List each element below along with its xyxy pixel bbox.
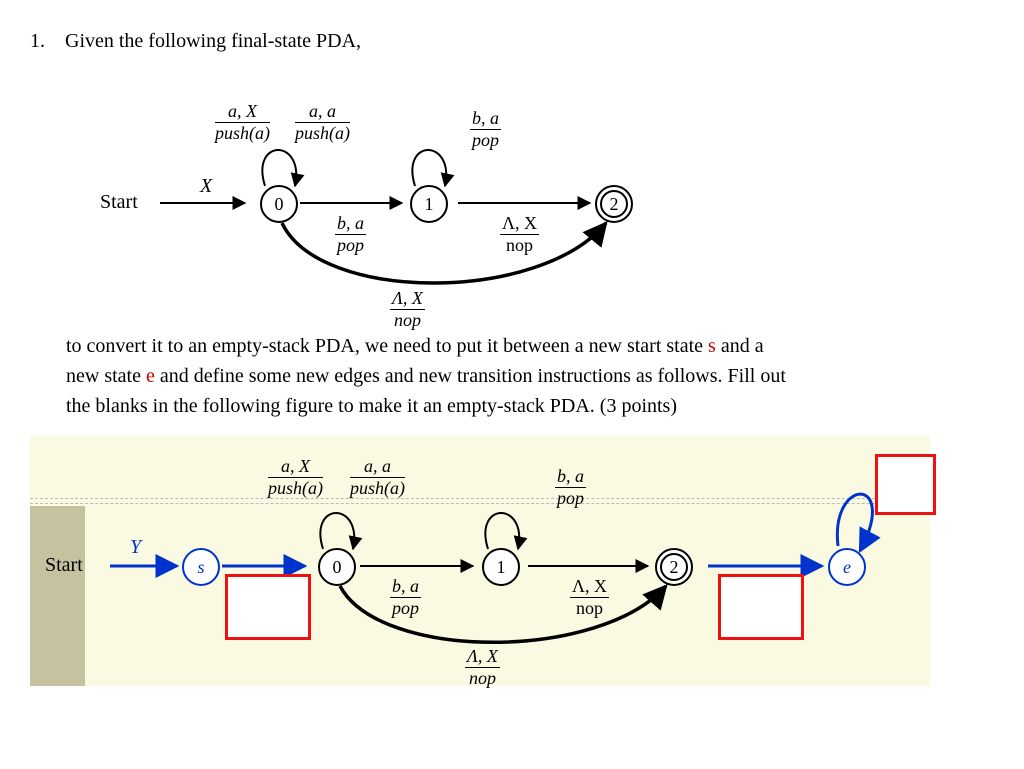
state-2b: 2 <box>655 548 693 586</box>
pda-figure-2: Start Y s 0 1 2 e a, Xpush(a) a, apush(a… <box>30 436 950 686</box>
edge12-label: Λ, Xnop <box>500 213 539 256</box>
question-prompt: Given the following final-state PDA, <box>65 30 361 52</box>
edge01-label-2: b, apop <box>390 576 421 619</box>
state-e: e <box>828 548 866 586</box>
loop0-left-label-2: a, Xpush(a) <box>268 456 323 499</box>
loop1-label-2: b, apop <box>555 466 586 509</box>
state-0b: 0 <box>318 548 356 586</box>
edge12-label-2: Λ, Xnop <box>570 576 609 619</box>
state-1b: 1 <box>482 548 520 586</box>
blank-s-to-0[interactable] <box>225 574 311 640</box>
loop0-right-label-2: a, apush(a) <box>350 456 405 499</box>
pda-figure-1: Start X 0 1 2 a, Xpush(a) a, apush(a) b,… <box>100 63 994 323</box>
edge01-label: b, apop <box>335 213 366 256</box>
edge02-label: Λ, Xnop <box>390 288 425 331</box>
edge02-label-2: Λ, Xnop <box>465 646 500 689</box>
start-label-1: Start <box>100 191 138 214</box>
state-2-accept: 2 <box>595 185 633 223</box>
state-s: s <box>182 548 220 586</box>
blank-e-loop[interactable] <box>875 454 936 515</box>
state-1: 1 <box>410 185 448 223</box>
s-red: s <box>708 335 716 357</box>
question-number: 1. <box>30 30 60 53</box>
stack-init-2: Y <box>130 536 141 559</box>
loop0-left-label: a, Xpush(a) <box>215 101 270 144</box>
state-0: 0 <box>260 185 298 223</box>
blank-2-to-e[interactable] <box>718 574 804 640</box>
loop0-right-label: a, apush(a) <box>295 101 350 144</box>
e-red: e <box>146 365 155 387</box>
stack-init-1: X <box>200 175 212 198</box>
start-label-2: Start <box>45 554 83 577</box>
middle-paragraph: to convert it to an empty-stack PDA, we … <box>66 331 994 421</box>
loop1-label: b, apop <box>470 108 501 151</box>
